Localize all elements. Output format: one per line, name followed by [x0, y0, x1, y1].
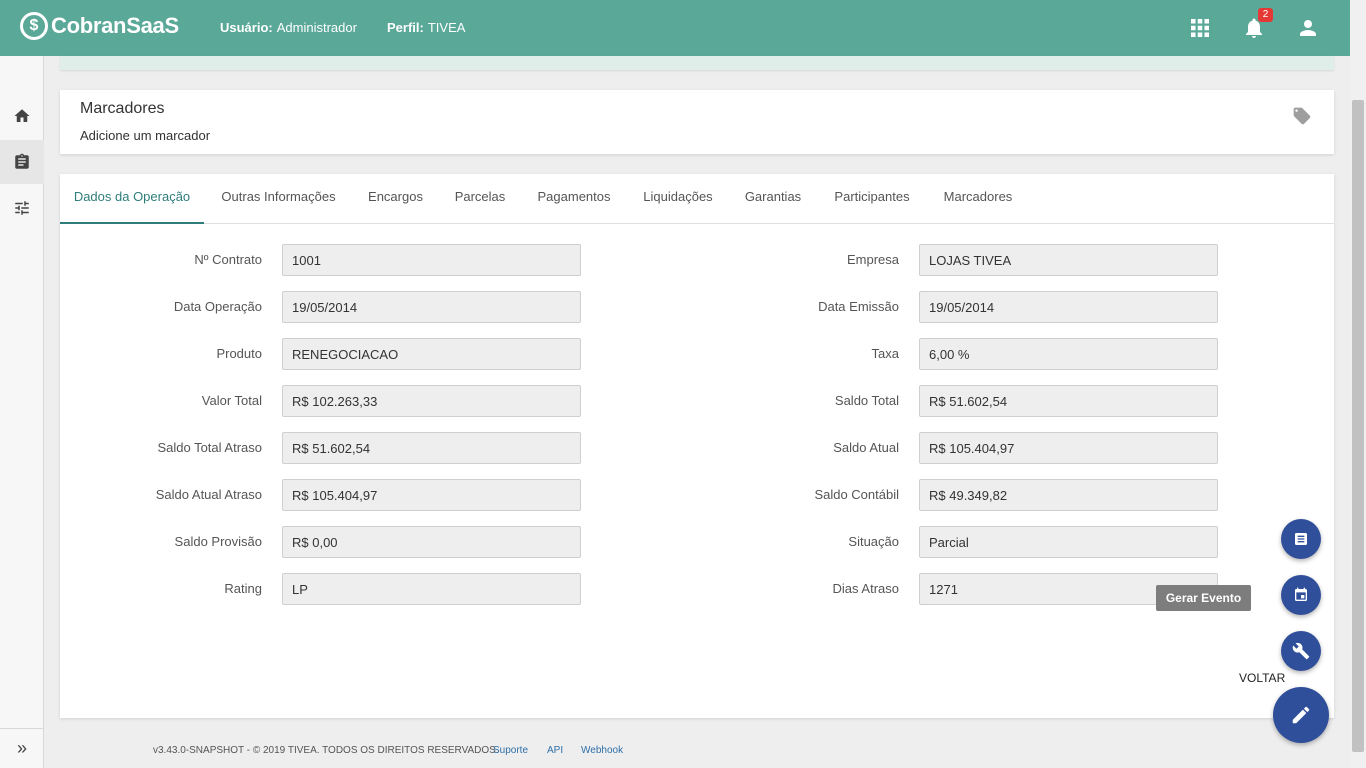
sidebar-item-home[interactable]: [0, 94, 44, 138]
tab-outras-informacoes[interactable]: Outras Informações: [216, 174, 341, 224]
sidebar-expand-button[interactable]: »: [0, 728, 44, 768]
fab-list-button[interactable]: [1281, 519, 1321, 559]
tag-icon[interactable]: [1292, 106, 1312, 131]
footer-link-suporte[interactable]: Suporte: [493, 745, 528, 756]
label-saldo-atual-atraso: Saldo Atual Atraso: [155, 487, 262, 502]
fab-tools-button[interactable]: [1281, 631, 1321, 671]
label-saldo-provisao: Saldo Provisão: [174, 534, 262, 549]
home-icon: [14, 109, 30, 122]
info-strip: [60, 56, 1334, 70]
saldo-provisao-field[interactable]: [282, 526, 581, 558]
rating-field[interactable]: [282, 573, 581, 605]
situacao-field[interactable]: [919, 526, 1218, 558]
saldo-atual-atraso-field[interactable]: [282, 479, 581, 511]
tune-icon: [15, 201, 29, 215]
produto-field[interactable]: [282, 338, 581, 370]
clipboard-icon: [15, 153, 29, 169]
voltar-label[interactable]: VOLTAR: [1239, 671, 1285, 685]
logo[interactable]: $ CobranSaaS: [20, 12, 179, 40]
label-empresa: Empresa: [846, 252, 899, 267]
footer-link-api[interactable]: API: [547, 745, 563, 756]
list-icon: [1295, 533, 1307, 545]
label-saldo-total-atraso: Saldo Total Atraso: [157, 440, 262, 455]
tab-encargos[interactable]: Encargos: [363, 174, 428, 224]
label-situacao: Situação: [848, 534, 899, 549]
label-data-emissao: Data Emissão: [818, 299, 899, 314]
wrench-icon: [1292, 642, 1310, 660]
tab-participantes[interactable]: Participantes: [828, 174, 916, 224]
saldo-total-field[interactable]: [919, 385, 1218, 417]
marcadores-title: Marcadores: [80, 100, 165, 117]
footer-copyright: v3.43.0-SNAPSHOT - © 2019 TIVEA. TODOS O…: [153, 745, 499, 756]
label-produto: Produto: [216, 346, 262, 361]
tab-dados-operacao[interactable]: Dados da Operação: [60, 174, 204, 224]
top-header: $ CobranSaaS Usuário: Administrador Perfi…: [0, 0, 1350, 56]
tab-bar: Dados da Operação Outras Informações Enc…: [60, 174, 1334, 224]
empresa-field[interactable]: [919, 244, 1218, 276]
footer-link-webhook[interactable]: Webhook: [581, 745, 623, 756]
valor-total-field[interactable]: [282, 385, 581, 417]
tab-liquidacoes[interactable]: Liquidações: [638, 174, 718, 224]
numero-contrato-field[interactable]: [282, 244, 581, 276]
marcadores-card: Marcadores Adicione um marcador: [60, 90, 1334, 154]
label-data-operacao: Data Operação: [173, 299, 262, 314]
label-numero-contrato: Nº Contrato: [194, 252, 262, 267]
pencil-icon: [1292, 706, 1310, 724]
logo-text: CobranSaaS: [51, 13, 179, 38]
user-value: Administrador: [276, 20, 357, 35]
perfil-value: TIVEA: [427, 20, 466, 35]
fab-gerar-evento-button[interactable]: [1281, 575, 1321, 615]
add-marcador-link[interactable]: Adicione um marcador: [80, 128, 210, 143]
perfil-info: Perfil: TIVEA: [387, 20, 465, 35]
operation-card: Dados da Operação Outras Informações Enc…: [60, 174, 1334, 718]
scrollbar-thumb[interactable]: [1352, 100, 1364, 752]
tab-pagamentos[interactable]: Pagamentos: [532, 174, 616, 224]
person-icon[interactable]: [1296, 16, 1320, 40]
label-dias-atraso: Dias Atraso: [832, 581, 899, 596]
tab-marcadores[interactable]: Marcadores: [938, 174, 1018, 224]
tab-parcelas[interactable]: Parcelas: [450, 174, 510, 224]
apps-icon[interactable]: [1188, 16, 1212, 40]
label-taxa: Taxa: [871, 346, 899, 361]
label-valor-total: Valor Total: [201, 393, 262, 408]
calendar-icon: [1295, 587, 1307, 601]
data-emissao-field[interactable]: [919, 291, 1218, 323]
label-rating: Rating: [224, 581, 262, 596]
user-info: Usuário: Administrador: [220, 20, 357, 35]
sidebar-item-settings[interactable]: [0, 186, 44, 230]
sidebar: »: [0, 56, 44, 768]
chevron-double-right-icon: »: [16, 738, 27, 758]
saldo-atual-field[interactable]: [919, 432, 1218, 464]
saldo-total-atraso-field[interactable]: [282, 432, 581, 464]
data-operacao-field[interactable]: [282, 291, 581, 323]
perfil-label: Perfil:: [387, 20, 424, 35]
label-saldo-contabil: Saldo Contábil: [814, 487, 899, 502]
tab-garantias[interactable]: Garantias: [740, 174, 806, 224]
user-label: Usuário:: [220, 20, 273, 35]
taxa-field[interactable]: [919, 338, 1218, 370]
footer: v3.43.0-SNAPSHOT - © 2019 TIVEA. TODOS O…: [45, 734, 1350, 768]
saldo-contabil-field[interactable]: [919, 479, 1218, 511]
notification-badge: 2: [1258, 8, 1273, 22]
fab-main-edit-button[interactable]: [1273, 687, 1329, 743]
sidebar-item-clipboard[interactable]: [0, 140, 44, 184]
label-saldo-total: Saldo Total: [834, 393, 899, 408]
gerar-evento-tooltip: Gerar Evento: [1156, 585, 1251, 611]
label-saldo-atual: Saldo Atual: [833, 440, 899, 455]
logo-mark: $: [20, 12, 48, 40]
